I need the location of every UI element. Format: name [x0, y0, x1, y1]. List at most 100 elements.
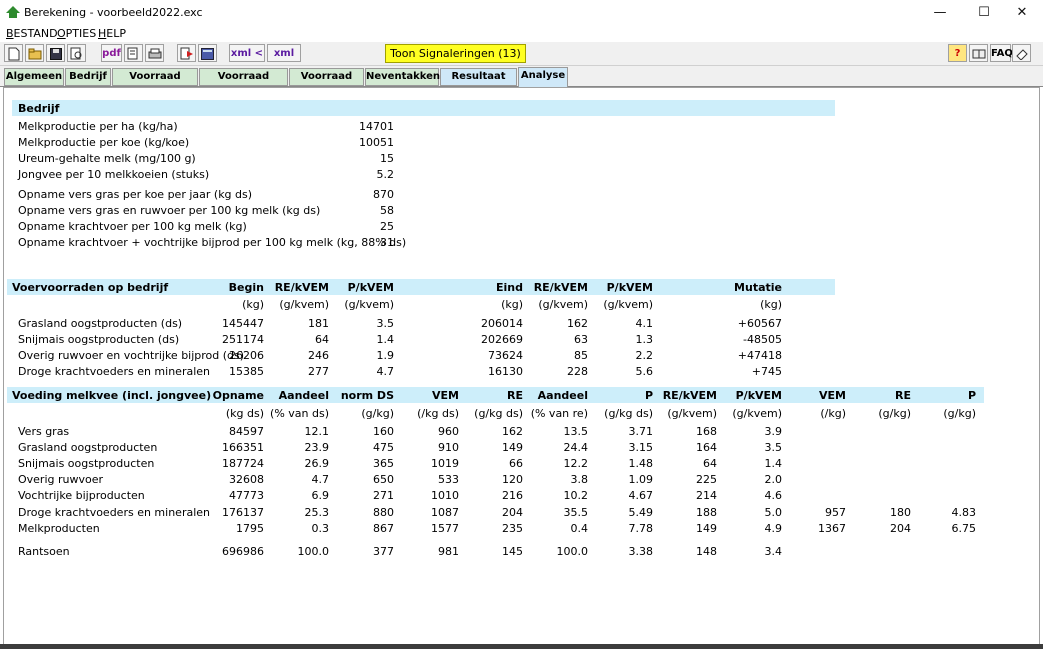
bedrijf-row-label: Opname krachtvoer per 100 kg melk (kg) — [18, 220, 247, 233]
bedrijf-row-value: 5.2 — [376, 168, 395, 181]
preview-icon[interactable] — [124, 44, 143, 62]
voorraden-cell: 1.3 — [635, 333, 654, 346]
title-bar: Berekening - voorbeeld2022.exc — ☐ ✕ — [0, 0, 1043, 26]
open-folder-icon[interactable] — [25, 44, 44, 62]
voeding-total-cell: 3.4 — [764, 545, 783, 558]
calculator-icon[interactable] — [198, 44, 217, 62]
voorraden-row-label: Snijmais oogstproducten (ds) — [18, 333, 180, 346]
bedrijf-row-label: Opname vers gras per koe per jaar (kg ds… — [18, 188, 253, 201]
tab-bedrijf[interactable]: Bedrijf — [65, 68, 111, 86]
voeding-row-label: Overig ruwvoer — [18, 473, 104, 486]
bedrijf-row-label: Melkproductie per koe (kg/koe) — [18, 136, 190, 149]
voeding-title: Voeding melkvee (incl. jongvee) — [12, 389, 212, 402]
maximize-button[interactable]: ☐ — [968, 2, 1000, 24]
toolbar: pdf xml < xml > Toon Signaleringen (13) … — [0, 42, 1043, 77]
help-icon[interactable]: ? — [948, 44, 967, 62]
voorraden-col-unit: (g/kvem) — [603, 298, 653, 311]
menu-bestand-hotkey: B — [6, 27, 14, 40]
tab-bar: Algemeen Bedrijf Voorraad begin Voorraad… — [0, 66, 1043, 98]
printer-icon[interactable] — [145, 44, 164, 62]
voeding-cell: 4.6 — [764, 489, 783, 502]
voeding-col-header: P — [967, 389, 976, 402]
tab-voorraad-aanleg[interactable]: Voorraad aanleg — [199, 68, 288, 98]
voeding-row-label: Melkproducten — [18, 522, 100, 535]
minimize-button[interactable]: — — [924, 2, 956, 24]
tab-voorraad-begin[interactable]: Voorraad begin — [112, 68, 198, 98]
voorraden-cell: 1.9 — [376, 349, 395, 362]
voeding-col-unit: (g/kg) — [943, 407, 976, 420]
voorraden-cell: +60567 — [737, 317, 782, 330]
voorraden-col-header: Mutatie — [734, 281, 782, 294]
menu-opties[interactable]: OPTIES — [57, 27, 96, 40]
xml-import-button[interactable]: xml < — [229, 44, 265, 62]
menu-bestand-rest: ESTAND — [13, 27, 58, 40]
voorraden-cell: -48505 — [743, 333, 782, 346]
taskbar-strip — [0, 644, 1043, 649]
tab-voorraad-eind[interactable]: Voorraad eind — [289, 68, 364, 98]
bedrijf-header — [12, 100, 835, 116]
bedrijf-row-value: 870 — [373, 188, 394, 201]
voorraden-col-unit: (kg) — [760, 298, 782, 311]
pdf-button[interactable]: pdf — [101, 44, 122, 62]
voorraden-cell: 4.1 — [635, 317, 654, 330]
voeding-cell: 2.0 — [764, 473, 783, 486]
eraser-icon[interactable] — [1012, 44, 1031, 62]
window-title: Berekening - voorbeeld2022.exc — [24, 6, 203, 19]
voeding-row-label: Snijmais oogstproducten — [18, 457, 155, 470]
faq-button[interactable]: FAQ — [990, 44, 1013, 62]
analyse-panel: Bedrijf Melkproductie per ha (kg/ha) 1470… — [3, 87, 1040, 645]
voeding-cell: 4.83 — [951, 506, 977, 519]
toon-signaleringen-button[interactable]: Toon Signaleringen (13) — [385, 44, 526, 63]
tab-resultaat-bex[interactable]: Resultaat BEX — [440, 68, 517, 98]
save-icon[interactable] — [46, 44, 65, 62]
xml-export-button[interactable]: xml > — [267, 44, 301, 77]
voorraden-col-unit: (g/kvem) — [344, 298, 394, 311]
bedrijf-row-value: 15 — [380, 152, 394, 165]
voorraden-cell: 4.7 — [376, 365, 395, 378]
menu-bestand[interactable]: BESTAND — [6, 27, 58, 40]
bedrijf-row-value: 10051 — [359, 136, 394, 149]
voorraden-cell: +745 — [751, 365, 782, 378]
tab-algemeen[interactable]: Algemeen — [4, 68, 64, 86]
voorraden-col-header: P/kVEM — [347, 281, 394, 294]
voeding-cell: 3.9 — [764, 425, 783, 438]
menu-help[interactable]: HELP — [98, 27, 126, 40]
tab-analyse[interactable]: Analyse — [518, 67, 568, 87]
voeding-row-label: Grasland oogstproducten — [18, 441, 158, 454]
voorraden-cell: 5.6 — [635, 365, 654, 378]
bedrijf-row-label: Jongvee per 10 melkkoeien (stuks) — [18, 168, 210, 181]
bedrijf-row-value: 58 — [380, 204, 394, 217]
voorraden-cell: 3.5 — [376, 317, 395, 330]
voeding-cell: 3.5 — [764, 441, 783, 454]
voeding-row-label: Vochtrijke bijproducten — [18, 489, 145, 502]
voorraden-cell: 2.2 — [635, 349, 654, 362]
voeding-row-label: Vers gras — [18, 425, 70, 438]
menu-bar: BESTAND OPTIES HELP — [0, 26, 1043, 42]
app-icon — [6, 6, 20, 18]
bedrijf-row-label: Ureum-gehalte melk (mg/100 g) — [18, 152, 196, 165]
voeding-row-label: Droge krachtvoeders en mineralen — [18, 506, 211, 519]
voeding-cell: 1.4 — [764, 457, 783, 470]
voeding-cell: 6.75 — [951, 522, 977, 535]
new-file-icon[interactable] — [4, 44, 23, 62]
voorraden-col-header: P/kVEM — [606, 281, 653, 294]
bedrijf-row-label: Melkproductie per ha (kg/ha) — [18, 120, 178, 133]
voorraden-row-label: Grasland oogstproducten (ds) — [18, 317, 183, 330]
tab-neventakken[interactable]: Neventakken — [365, 68, 440, 86]
bedrijf-row-value: 25 — [380, 220, 394, 233]
export-icon[interactable] — [177, 44, 196, 62]
print-preview-icon[interactable] — [67, 44, 86, 62]
bedrijf-row-value: 14701 — [359, 120, 394, 133]
menu-help-rest: ELP — [106, 27, 126, 40]
bedrijf-row-label: Opname vers gras en ruwvoer per 100 kg m… — [18, 204, 321, 217]
voorraden-row-label: Droge krachtvoeders en mineralen — [18, 365, 211, 378]
voorraden-title: Voervoorraden op bedrijf — [12, 281, 169, 294]
bedrijf-row-value: 31 — [380, 236, 394, 249]
menu-opties-hotkey: O — [57, 27, 66, 40]
voorraden-cell: +47418 — [737, 349, 782, 362]
close-button[interactable]: ✕ — [1006, 2, 1038, 24]
voorraden-cell: 1.4 — [376, 333, 395, 346]
bedrijf-title: Bedrijf — [18, 102, 60, 115]
book-icon[interactable] — [969, 44, 988, 62]
menu-opties-rest: PTIES — [65, 27, 97, 40]
